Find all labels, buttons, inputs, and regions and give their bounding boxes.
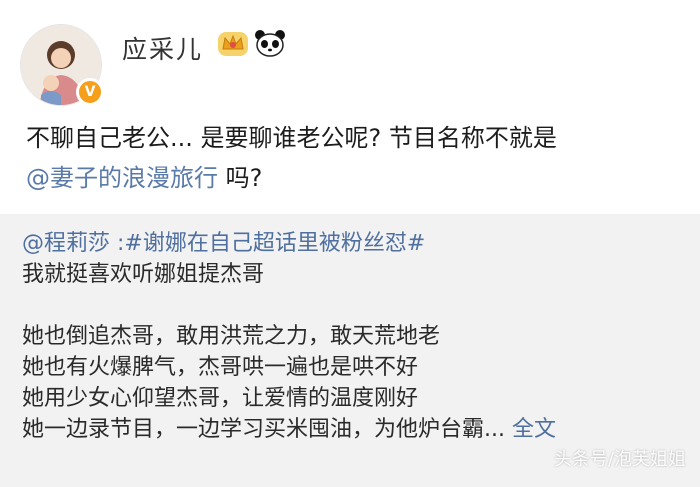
repost-content: @程莉莎 :#谢娜在自己超话里被粉丝怼# 我就挺喜欢听娜姐提杰哥 她也倒追杰哥，… bbox=[22, 228, 682, 445]
panda-icon bbox=[254, 28, 286, 58]
repost-line-2: 她也倒追杰哥，敢用洪荒之力，敢天荒地老 bbox=[22, 324, 441, 349]
post-body: 不聊自己老公... 是要聊谁老公呢? 节目名称不就是 @妻子的浪漫旅行 吗? bbox=[26, 118, 686, 198]
repost-line-1: 我就挺喜欢听娜姐提杰哥 bbox=[22, 262, 265, 287]
repost-topic-link[interactable]: :#谢娜在自己超话里被粉丝怼# bbox=[117, 231, 425, 256]
full-text-link[interactable]: 全文 bbox=[512, 417, 556, 442]
avatar[interactable]: V bbox=[20, 24, 104, 106]
post-suffix: 吗? bbox=[218, 164, 263, 192]
post-header: V 应采儿 bbox=[0, 0, 700, 110]
username[interactable]: 应采儿 bbox=[122, 30, 203, 66]
repost-author-link[interactable]: @程莉莎 bbox=[22, 231, 110, 256]
repost-line-3: 她也有火爆脾气，杰哥哄一遍也是哄不好 bbox=[22, 355, 419, 380]
post-text: 不聊自己老公... 是要聊谁老公呢? 节目名称不就是 bbox=[26, 124, 557, 152]
crown-icon bbox=[216, 28, 250, 58]
mention-link[interactable]: @妻子的浪漫旅行 bbox=[26, 164, 218, 192]
repost-line-blank bbox=[22, 290, 682, 321]
repost-card[interactable]: @程莉莎 :#谢娜在自己超话里被粉丝怼# 我就挺喜欢听娜姐提杰哥 她也倒追杰哥，… bbox=[0, 214, 700, 487]
repost-line-5: 她一边录节目，一边学习买米囤油，为他炉台霸... bbox=[22, 417, 505, 442]
watermark: 头条号/泡芙姐姐 bbox=[553, 449, 686, 470]
verified-badge-label: V bbox=[84, 84, 96, 100]
repost-line-4: 她用少女心仰望杰哥，让爱情的温度刚好 bbox=[22, 386, 419, 411]
verified-badge: V bbox=[76, 78, 104, 106]
